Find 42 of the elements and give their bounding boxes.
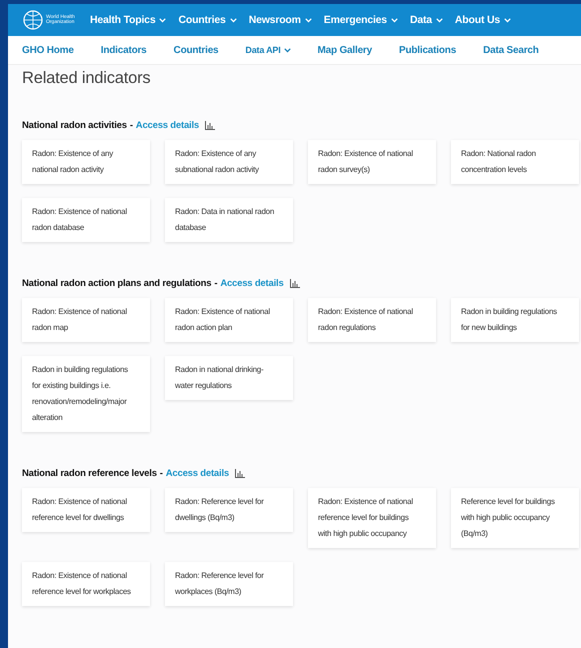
subnav-link[interactable]: Countries bbox=[174, 44, 218, 56]
section-title: National radon activities bbox=[22, 120, 127, 131]
indicator-card[interactable]: Radon: Existence of national radon regulations bbox=[308, 298, 436, 342]
bar-chart-icon[interactable] bbox=[290, 279, 300, 288]
section-title: National radon reference levels bbox=[22, 468, 157, 479]
indicator-card[interactable]: Radon: National radon concentration levels bbox=[451, 140, 579, 184]
nav-link[interactable]: Newsroom bbox=[248, 14, 312, 26]
indicator-card[interactable]: Reference level for buildings with high public occupancy (Bq/m3) bbox=[451, 488, 579, 548]
nav-link[interactable]: Emergencies bbox=[324, 14, 398, 26]
indicator-card[interactable]: Radon: Existence of national radon map bbox=[22, 298, 150, 342]
indicator-card[interactable]: Radon: Existence of national radon action plan bbox=[165, 298, 293, 342]
nav-link[interactable]: Data bbox=[410, 14, 443, 26]
indicator-card[interactable]: Radon: Existence of any national radon activity bbox=[22, 140, 150, 184]
bar-chart-icon[interactable] bbox=[205, 121, 215, 130]
subnav-link[interactable]: Data API bbox=[245, 45, 290, 55]
subnav-link[interactable]: Publications bbox=[399, 44, 456, 56]
indicator-card[interactable]: Radon: Existence of national radon survey(s) bbox=[308, 140, 436, 184]
subnav-link[interactable]: GHO Home bbox=[22, 44, 74, 56]
indicator-card[interactable]: Radon: Existence of national radon database bbox=[22, 198, 150, 242]
indicator-card[interactable]: Radon: Existence of national reference level for buildings with high public occupancy bbox=[308, 488, 436, 548]
page-title: Related indicators bbox=[21, 68, 152, 88]
separator-text: - bbox=[160, 468, 163, 479]
indicator-card[interactable]: Radon: Existence of any subnational radon activity bbox=[165, 140, 293, 184]
indicator-card[interactable]: Radon in national drinking-water regulations bbox=[165, 356, 293, 400]
indicator-card[interactable]: Radon: Existence of national reference level for dwellings bbox=[22, 488, 150, 532]
separator-text: - bbox=[214, 278, 218, 289]
nav-link[interactable]: Countries bbox=[178, 14, 237, 26]
indicator-card[interactable]: Radon: Existence of national reference level for workplaces bbox=[22, 562, 150, 606]
subnav-link[interactable]: Data Search bbox=[483, 44, 539, 56]
subnav-link[interactable]: Indicators bbox=[100, 44, 147, 56]
indicator-card[interactable]: Radon in building regulations for new buildings bbox=[451, 298, 579, 342]
nav-link[interactable]: About Us bbox=[454, 14, 511, 26]
indicator-card[interactable]: Radon: Data in national radon database bbox=[165, 198, 293, 242]
subnav-link[interactable]: Map Gallery bbox=[318, 44, 372, 56]
section-title: National radon action plans and regulations bbox=[22, 278, 212, 289]
separator-text: - bbox=[130, 120, 133, 131]
indicator-card[interactable]: Radon: Reference level for dwellings (Bq/m3) bbox=[165, 488, 293, 532]
bar-chart-icon[interactable] bbox=[234, 469, 245, 478]
nav-link[interactable]: Health Topics bbox=[90, 14, 166, 26]
globe-emblem-icon bbox=[22, 9, 44, 31]
indicator-card[interactable]: Radon: Reference level for workplaces (Bq/m3) bbox=[165, 562, 293, 606]
indicator-card[interactable]: Radon in building regulations for existing buildings i.e. renovation/remodeling/major alteration bbox=[22, 356, 150, 432]
